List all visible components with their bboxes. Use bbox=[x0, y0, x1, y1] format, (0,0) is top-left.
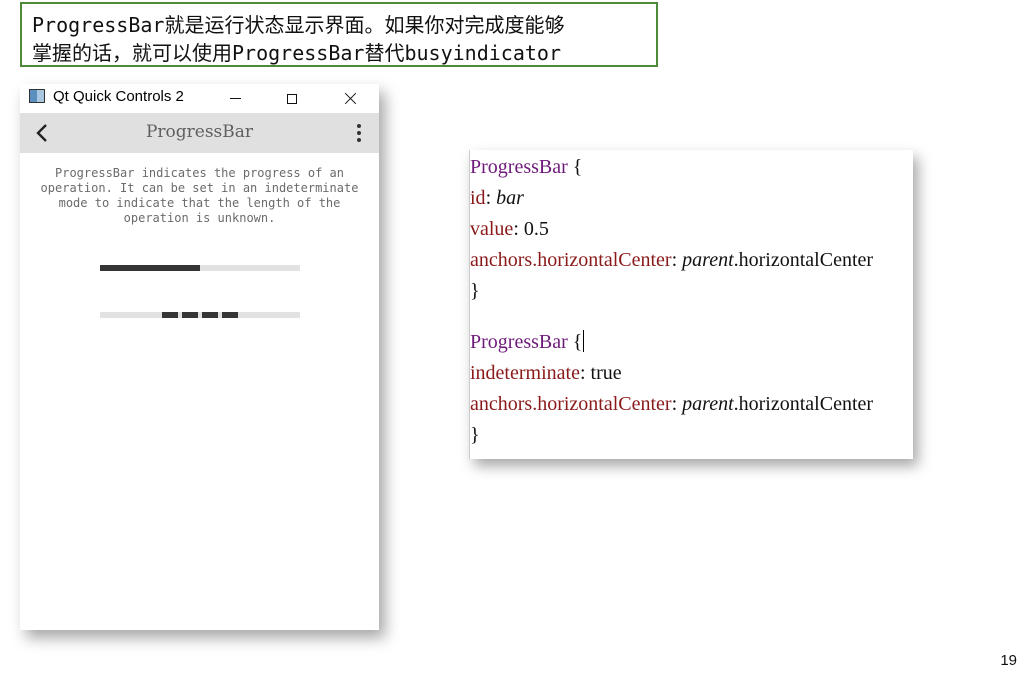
qml-code-panel: ProgressBar { id: bar value: 0.5 anchors… bbox=[469, 150, 913, 459]
kebab-menu-icon bbox=[357, 138, 361, 142]
indeterminate-progress-bar bbox=[100, 312, 300, 318]
code-value: bar bbox=[496, 187, 524, 209]
code-colon: : bbox=[671, 249, 683, 271]
code-brace: } bbox=[470, 280, 480, 302]
maximize-button[interactable] bbox=[263, 84, 321, 113]
callout-line-2: 掌握的话，就可以使用ProgressBar替代busyindicator bbox=[32, 41, 561, 65]
kebab-menu-icon bbox=[357, 124, 361, 128]
code-line: } bbox=[470, 420, 913, 451]
code-value: parent bbox=[682, 249, 734, 271]
code-line: value: 0.5 bbox=[470, 214, 913, 245]
code-colon: : bbox=[671, 393, 683, 415]
code-property: anchors.horizontalCenter bbox=[470, 393, 672, 415]
minimize-button[interactable] bbox=[206, 84, 264, 113]
overflow-menu-button[interactable] bbox=[347, 119, 371, 147]
code-spacer bbox=[470, 307, 913, 327]
code-line: ProgressBar { bbox=[470, 327, 913, 358]
indeterminate-dash bbox=[222, 312, 238, 318]
code-line: ProgressBar { bbox=[470, 152, 913, 183]
code-value: .horizontalCenter bbox=[733, 249, 874, 271]
instruction-callout: ProgressBar就是运行状态显示界面。如果你对完成度能够 掌握的话，就可以… bbox=[20, 2, 658, 67]
code-value: .horizontalCenter bbox=[733, 393, 874, 415]
page-number: 19 bbox=[1000, 652, 1017, 669]
app-toolbar: ProgressBar bbox=[20, 113, 379, 153]
code-brace: { bbox=[567, 156, 583, 178]
code-colon: : bbox=[579, 362, 591, 384]
qt-app-window: Qt Quick Controls 2 ProgressBar Progress… bbox=[20, 84, 379, 630]
code-line: } bbox=[470, 276, 913, 307]
window-title: Qt Quick Controls 2 bbox=[53, 88, 184, 105]
code-line: indeterminate: true bbox=[470, 358, 913, 389]
code-property: value bbox=[470, 218, 514, 240]
kebab-menu-icon bbox=[357, 131, 361, 135]
code-value: 0.5 bbox=[523, 218, 549, 240]
code-value: true bbox=[590, 362, 622, 384]
text-caret bbox=[583, 330, 585, 352]
progressbar-description: ProgressBar indicates the progress of an… bbox=[40, 166, 359, 225]
code-line: id: bar bbox=[470, 183, 913, 214]
code-type: ProgressBar bbox=[470, 331, 568, 353]
code-brace: { bbox=[567, 331, 583, 353]
indeterminate-dash bbox=[182, 312, 198, 318]
callout-line-1: ProgressBar就是运行状态显示界面。如果你对完成度能够 bbox=[32, 13, 565, 37]
progress-bar bbox=[100, 265, 300, 271]
close-button[interactable] bbox=[321, 84, 379, 113]
progress-bar-fill bbox=[100, 265, 200, 271]
code-property: anchors.horizontalCenter bbox=[470, 249, 672, 271]
indeterminate-dash bbox=[162, 312, 178, 318]
code-property: id bbox=[470, 187, 486, 209]
code-colon: : bbox=[513, 218, 524, 240]
minimize-icon bbox=[229, 98, 241, 99]
code-line: anchors.horizontalCenter: parent.horizon… bbox=[470, 389, 913, 420]
code-line: anchors.horizontalCenter: parent.horizon… bbox=[470, 245, 913, 276]
code-value: parent bbox=[682, 393, 734, 415]
code-colon: : bbox=[485, 187, 497, 209]
close-icon bbox=[344, 92, 357, 105]
page-title: ProgressBar bbox=[145, 122, 254, 142]
qt-window-icon bbox=[29, 89, 45, 103]
indeterminate-dash bbox=[202, 312, 218, 318]
window-titlebar[interactable]: Qt Quick Controls 2 bbox=[20, 84, 379, 113]
page-content: ProgressBar indicates the progress of an… bbox=[20, 153, 379, 630]
code-brace: } bbox=[470, 424, 480, 446]
code-type: ProgressBar bbox=[470, 156, 568, 178]
maximize-icon bbox=[287, 93, 297, 104]
code-property: indeterminate bbox=[470, 362, 580, 384]
